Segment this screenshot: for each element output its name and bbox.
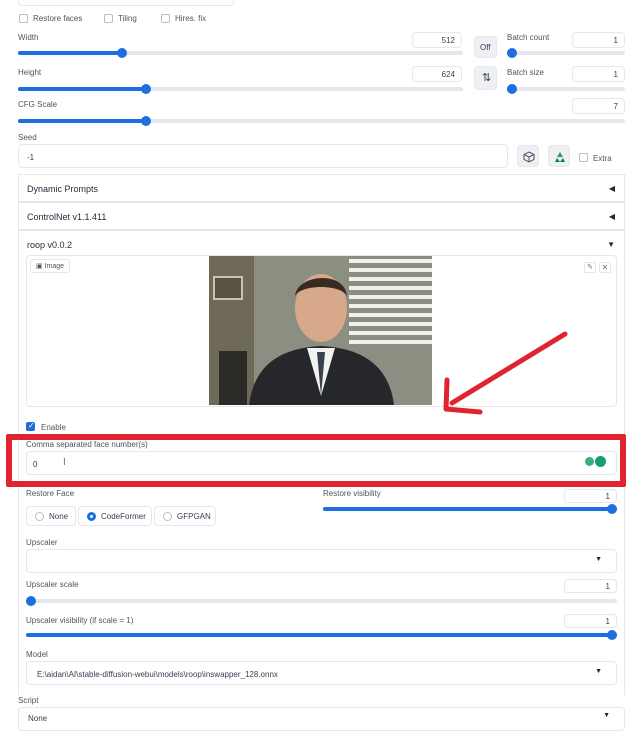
- restore-face-none[interactable]: None: [26, 506, 76, 526]
- radio-codeformer-label: CodeFormer: [101, 512, 146, 521]
- uploaded-face-photo: [209, 256, 432, 405]
- restore-faces-label: Restore faces: [33, 14, 83, 23]
- random-seed-button[interactable]: [517, 145, 539, 167]
- height-slider-fill: [18, 87, 146, 91]
- restore-visibility-value[interactable]: 1: [564, 489, 617, 503]
- restore-visibility-fill: [323, 507, 617, 511]
- swap-dimensions-button[interactable]: ⇅: [474, 66, 497, 90]
- model-value: E:\aidan\AI\stable-diffusion-webui\model…: [37, 670, 278, 679]
- model-label: Model: [26, 650, 48, 659]
- batch-size-label: Batch size: [507, 68, 544, 77]
- hires-fix-checkbox[interactable]: [161, 14, 170, 23]
- image-label-badge: ▣ Image: [30, 259, 71, 273]
- hires-fix-label: Hires. fix: [175, 14, 207, 23]
- width-slider-fill: [18, 51, 122, 55]
- batch-size-slider[interactable]: [507, 84, 625, 94]
- upscaler-visibility-slider[interactable]: [26, 630, 617, 640]
- upscaler-visibility-fill: [26, 633, 617, 637]
- clear-image-button[interactable]: ✕: [599, 262, 611, 273]
- restore-visibility-slider[interactable]: [323, 504, 617, 514]
- roop-title[interactable]: roop v0.0.2: [27, 240, 72, 250]
- off-button[interactable]: Off: [474, 36, 497, 58]
- batch-count-slider[interactable]: [507, 48, 625, 58]
- width-slider-handle[interactable]: [117, 48, 127, 58]
- annotation-highlight-box: [6, 434, 626, 487]
- chevron-down-icon: ▼: [595, 668, 602, 675]
- expand-down-icon[interactable]: ▼: [607, 240, 615, 249]
- batch-count-label: Batch count: [507, 33, 550, 42]
- off-button-label: Off: [480, 43, 491, 52]
- controlnet-title: ControlNet v1.1.411: [27, 212, 107, 222]
- radio-gfpgan-dot: [163, 512, 172, 521]
- upscaler-visibility-label: Upscaler visibility (if scale = 1): [26, 616, 134, 625]
- radio-none-dot: [35, 512, 44, 521]
- swap-icon: ⇅: [482, 72, 492, 84]
- recycle-icon: [555, 152, 565, 162]
- image-label-text: Image: [44, 263, 65, 270]
- collapse-left-icon: ◀: [608, 212, 615, 221]
- radio-none-label: None: [49, 512, 69, 521]
- dynamic-prompts-title: Dynamic Prompts: [27, 184, 99, 194]
- height-slider[interactable]: [18, 84, 463, 94]
- cfg-scale-slider[interactable]: [18, 116, 625, 126]
- restore-face-label: Restore Face: [26, 489, 75, 498]
- cfg-scale-label: CFG Scale: [18, 100, 58, 109]
- cfg-scale-handle[interactable]: [141, 116, 151, 126]
- upscaler-scale-handle[interactable]: [26, 596, 36, 606]
- restore-visibility-label: Restore visibility: [323, 489, 381, 498]
- batch-size-handle[interactable]: [507, 84, 517, 94]
- enable-label: Enable: [41, 423, 66, 432]
- width-slider[interactable]: [18, 48, 463, 58]
- seed-input-value: -1: [27, 153, 35, 162]
- batch-size-value[interactable]: 1: [572, 66, 625, 82]
- reuse-seed-button[interactable]: [548, 145, 570, 167]
- enable-checkbox[interactable]: ✓: [26, 421, 35, 431]
- extra-label: Extra: [593, 154, 612, 163]
- top-input-remnant: [18, 0, 234, 6]
- batch-count-value[interactable]: 1: [572, 32, 625, 48]
- tiling-checkbox[interactable]: [104, 14, 113, 23]
- chevron-down-icon: ▼: [595, 556, 602, 563]
- restore-faces-checkbox[interactable]: [19, 14, 28, 23]
- upscaler-scale-slider[interactable]: [26, 596, 617, 606]
- upscaler-dropdown[interactable]: ▼: [26, 549, 617, 573]
- script-value: None: [28, 714, 48, 723]
- extra-checkbox[interactable]: [579, 153, 588, 162]
- restore-face-gfpgan[interactable]: GFPGAN: [154, 506, 216, 526]
- batch-count-handle[interactable]: [507, 48, 517, 58]
- width-value[interactable]: 512: [412, 32, 462, 48]
- upscaler-label: Upscaler: [26, 538, 58, 547]
- cfg-scale-fill: [18, 119, 146, 123]
- chevron-down-icon: ▼: [603, 712, 610, 719]
- upscaler-scale-value[interactable]: 1: [564, 579, 617, 593]
- image-upload-panel[interactable]: ▣ Image ✎ ✕: [26, 255, 617, 407]
- restore-visibility-handle[interactable]: [607, 504, 617, 514]
- model-dropdown[interactable]: E:\aidan\AI\stable-diffusion-webui\model…: [26, 661, 617, 685]
- script-dropdown[interactable]: None ▼: [18, 707, 625, 731]
- radio-codeformer-dot: [87, 512, 96, 521]
- width-label: Width: [18, 33, 39, 42]
- restore-face-codeformer[interactable]: CodeFormer: [78, 506, 152, 526]
- upscaler-visibility-handle[interactable]: [607, 630, 617, 640]
- upscaler-visibility-value[interactable]: 1: [564, 614, 617, 628]
- collapse-left-icon: ◀: [608, 184, 615, 193]
- seed-label: Seed: [18, 133, 37, 142]
- dice-icon: [523, 151, 535, 163]
- height-value[interactable]: 624: [412, 66, 462, 82]
- dynamic-prompts-accordion[interactable]: Dynamic Prompts ◀: [18, 174, 625, 202]
- cfg-scale-value[interactable]: 7: [572, 98, 625, 114]
- tiling-label: Tiling: [118, 14, 137, 23]
- radio-gfpgan-label: GFPGAN: [177, 512, 211, 521]
- height-slider-handle[interactable]: [141, 84, 151, 94]
- upscaler-scale-label: Upscaler scale: [26, 580, 79, 589]
- edit-image-button[interactable]: ✎: [584, 262, 596, 273]
- seed-input[interactable]: -1: [18, 144, 508, 168]
- checkmark-icon: ✓: [28, 421, 35, 430]
- height-label: Height: [18, 68, 42, 77]
- image-icon: ▣: [36, 263, 43, 270]
- script-label: Script: [18, 696, 39, 705]
- controlnet-accordion[interactable]: ControlNet v1.1.411 ◀: [18, 202, 625, 230]
